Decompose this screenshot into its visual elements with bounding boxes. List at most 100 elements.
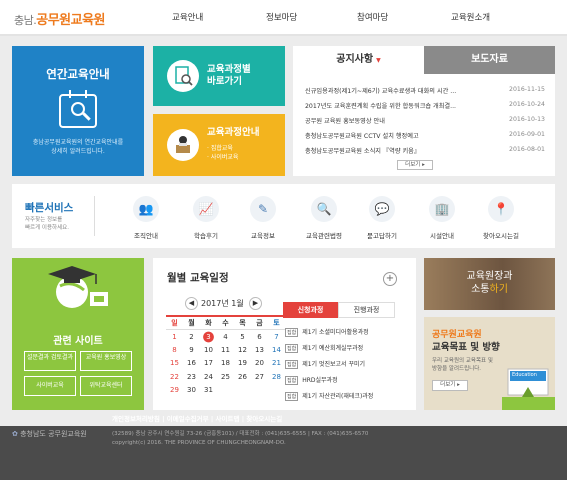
site-logo[interactable]: 충남.공무원교육원 — [14, 9, 106, 28]
quick-item-qna[interactable]: 💬 묻고답하기 — [354, 196, 410, 240]
promo-video-button[interactable]: 교육원 홍보영상 — [80, 351, 132, 371]
sitemap-link[interactable]: 사이트맵 — [216, 415, 240, 423]
calendar-day[interactable]: 30 — [183, 384, 200, 398]
quick-item-facilities[interactable]: 🏢 시설안내 — [414, 196, 470, 240]
directions-link[interactable]: 찾아오시는길 — [246, 415, 282, 423]
calendar-day[interactable]: 19 — [234, 357, 251, 371]
next-month-button[interactable]: ▶ — [249, 297, 262, 310]
tab-apply-courses[interactable]: 신청과정 — [283, 302, 338, 318]
calendar-search-icon — [59, 90, 97, 128]
quick-item-laws[interactable]: 🔍 교육관련법령 — [296, 196, 352, 240]
people-icon: 👥 — [133, 196, 159, 222]
consignment-center-button[interactable]: 위탁교육센터 — [80, 376, 132, 396]
course-item[interactable]: 집합 제1기 예산회계실무과정 — [285, 343, 410, 355]
prev-month-button[interactable]: ◀ — [185, 297, 198, 310]
weekday-header: 월 — [188, 319, 195, 327]
calendar-day[interactable]: 12 — [234, 343, 251, 357]
email-refuse-link[interactable]: 이메일수집거부 — [167, 415, 209, 423]
course-guide-label: 교육과정안내 — [207, 127, 260, 138]
current-month: 2017년 1월 — [201, 299, 244, 308]
survey-result-button[interactable]: 설문결과 검토결과 — [24, 351, 76, 371]
calendar-day[interactable]: 13 — [251, 343, 268, 357]
director-communication-banner[interactable]: 교육원장과 소통하기 — [424, 258, 555, 310]
chart-icon: 📈 — [193, 196, 219, 222]
calendar-day[interactable]: 10 — [200, 343, 217, 357]
tab-notice[interactable]: 공지사항 ▼ — [293, 46, 424, 74]
weekday-header: 토 — [273, 319, 280, 327]
education-goal-banner[interactable]: 공무원교육원 교육목표 및 방향 우리 교육원의 교육목표 및 방향을 알려드립니… — [424, 317, 555, 410]
education-books-icon — [502, 368, 555, 410]
quick-item-edu-info[interactable]: ✎ 교육정보 — [235, 196, 291, 240]
notice-item[interactable]: 2017년도 교육훈련계획 수립을 위한 합동워크숍 개최결... 2016-10… — [305, 101, 545, 111]
plus-icon[interactable]: + — [383, 272, 397, 286]
calendar-day[interactable]: 2 — [183, 330, 200, 344]
weekday-header: 목 — [239, 319, 246, 327]
calendar-day[interactable]: 15 — [166, 357, 183, 371]
calendar-day — [234, 384, 251, 398]
notice-item[interactable]: 공무원 교육원 홍보동영상 안내 2016-10-13 — [305, 116, 545, 126]
weekday-header: 화 — [205, 319, 212, 327]
calendar-day[interactable]: 1 — [166, 330, 183, 344]
calendar-day[interactable]: 27 — [251, 370, 268, 384]
calendar-day[interactable]: 21 — [268, 357, 285, 371]
calendar-grid: 일월화수목금토 1 2 3 4 5 6 7 8 9 10 11 12 13 14 15 16 17 18 19 20 2… — [166, 315, 285, 397]
calendar-day[interactable]: 4 — [217, 330, 234, 344]
cyber-education-button[interactable]: 사이버교육 — [24, 376, 76, 396]
quick-item-directions[interactable]: 📍 찾아오시는길 — [473, 196, 529, 240]
course-item[interactable]: 집합 제1기 멋진보고서 꾸미기 — [285, 359, 410, 371]
notice-item[interactable]: 충청남도공무원교육원 CCTV 설치 행정예고 2016-09-01 — [305, 131, 545, 141]
annual-description: 충남공무원교육원의 연간교육안내를 상세히 알려드립니다. — [32, 139, 124, 155]
student-desk-icon — [167, 129, 199, 161]
calendar-day[interactable]: 24 — [200, 370, 217, 384]
building-icon: 🏢 — [429, 196, 455, 222]
calendar-day — [217, 384, 234, 398]
notice-item[interactable]: 신규임용과정(제1기~제6기) 교육수료생과 대화의 시간 ... 2016-11… — [305, 86, 545, 96]
calendar-day[interactable]: 17 — [200, 357, 217, 371]
calendar-day — [251, 384, 268, 398]
footer-copyright: copyright(c) 2016. THE PROVINCE OF CHUNG… — [112, 440, 286, 446]
calendar-day[interactable]: 23 — [183, 370, 200, 384]
calendar-day[interactable]: 11 — [217, 343, 234, 357]
chat-icon: 💬 — [369, 196, 395, 222]
calendar-day[interactable]: 20 — [251, 357, 268, 371]
calendar-day[interactable]: 31 — [200, 384, 217, 398]
goal-more-button[interactable]: 더보기 ▸ — [432, 380, 468, 391]
nav-info-plaza[interactable]: 정보마당 — [266, 11, 297, 23]
calendar-day[interactable]: 25 — [217, 370, 234, 384]
footer-links: 개인정보처리방침 | 이메일수집거부 | 사이트맵 | 찾아오시는길 — [112, 415, 283, 423]
quick-item-organization[interactable]: 👥 조직안내 — [118, 196, 174, 240]
quick-service-title: 빠른서비스 — [25, 202, 74, 214]
calendar-day-today[interactable]: 3 — [200, 329, 217, 343]
calendar-day[interactable]: 14 — [268, 343, 285, 357]
course-guide-tile[interactable]: 교육과정안내 · 집합교육 · 사이버교육 — [153, 114, 285, 176]
calendar-day[interactable]: 5 — [234, 330, 251, 344]
calendar-day[interactable]: 7 — [268, 330, 285, 344]
calendar-day[interactable]: 29 — [166, 384, 183, 398]
tab-press[interactable]: 보도자료 — [424, 46, 555, 74]
monthly-schedule-panel: 월별 교육일정 + ◀ 2017년 1월 ▶ 일월화수목금토 123456789… — [153, 258, 416, 410]
course-item[interactable]: 집합 제1기 소셜미디어활용과정 — [285, 327, 410, 339]
nav-education-info[interactable]: 교육안내 — [172, 11, 203, 23]
nav-institute-intro[interactable]: 교육원소개 — [451, 11, 490, 23]
calendar-day[interactable]: 22 — [166, 370, 183, 384]
quick-item-reviews[interactable]: 📈 학습후기 — [178, 196, 234, 240]
calendar-day[interactable]: 8 — [166, 343, 183, 357]
nav-participation[interactable]: 참여마당 — [357, 11, 388, 23]
tab-running-courses[interactable]: 진행과정 — [338, 302, 395, 318]
calendar-day[interactable]: 28 — [268, 370, 285, 384]
annual-education-tile[interactable]: 연간교육안내 충남공무원교육원의 연간교육안내를 상세히 알려드립니다. — [12, 46, 144, 176]
calendar-day[interactable]: 26 — [234, 370, 251, 384]
calendar-day[interactable]: 9 — [183, 343, 200, 357]
notice-item[interactable]: 충청남도공무원교육원 소식지 『역량 키움』 2016-08-01 — [305, 146, 545, 156]
seal-icon: ✿ — [12, 430, 18, 438]
calendar-day[interactable]: 6 — [251, 330, 268, 344]
course-item[interactable]: 집합 HRD실무과정 — [285, 375, 410, 387]
calendar-day[interactable]: 18 — [217, 357, 234, 371]
calendar-day[interactable]: 16 — [183, 357, 200, 371]
course-shortcut-tile[interactable]: 교육과정별 바로가기 — [153, 46, 285, 106]
quick-service-subtitle: 자주찾는 정보를 빠르게 이용하세요. — [25, 217, 69, 231]
privacy-policy-link[interactable]: 개인정보처리방침 — [112, 415, 160, 423]
course-item[interactable]: 집합 제1기 자산관리(재테크)과정 — [285, 391, 410, 403]
notice-more-button[interactable]: 더보기 ▸ — [397, 160, 433, 170]
related-sites-title: 관련 사이트 — [53, 336, 103, 347]
